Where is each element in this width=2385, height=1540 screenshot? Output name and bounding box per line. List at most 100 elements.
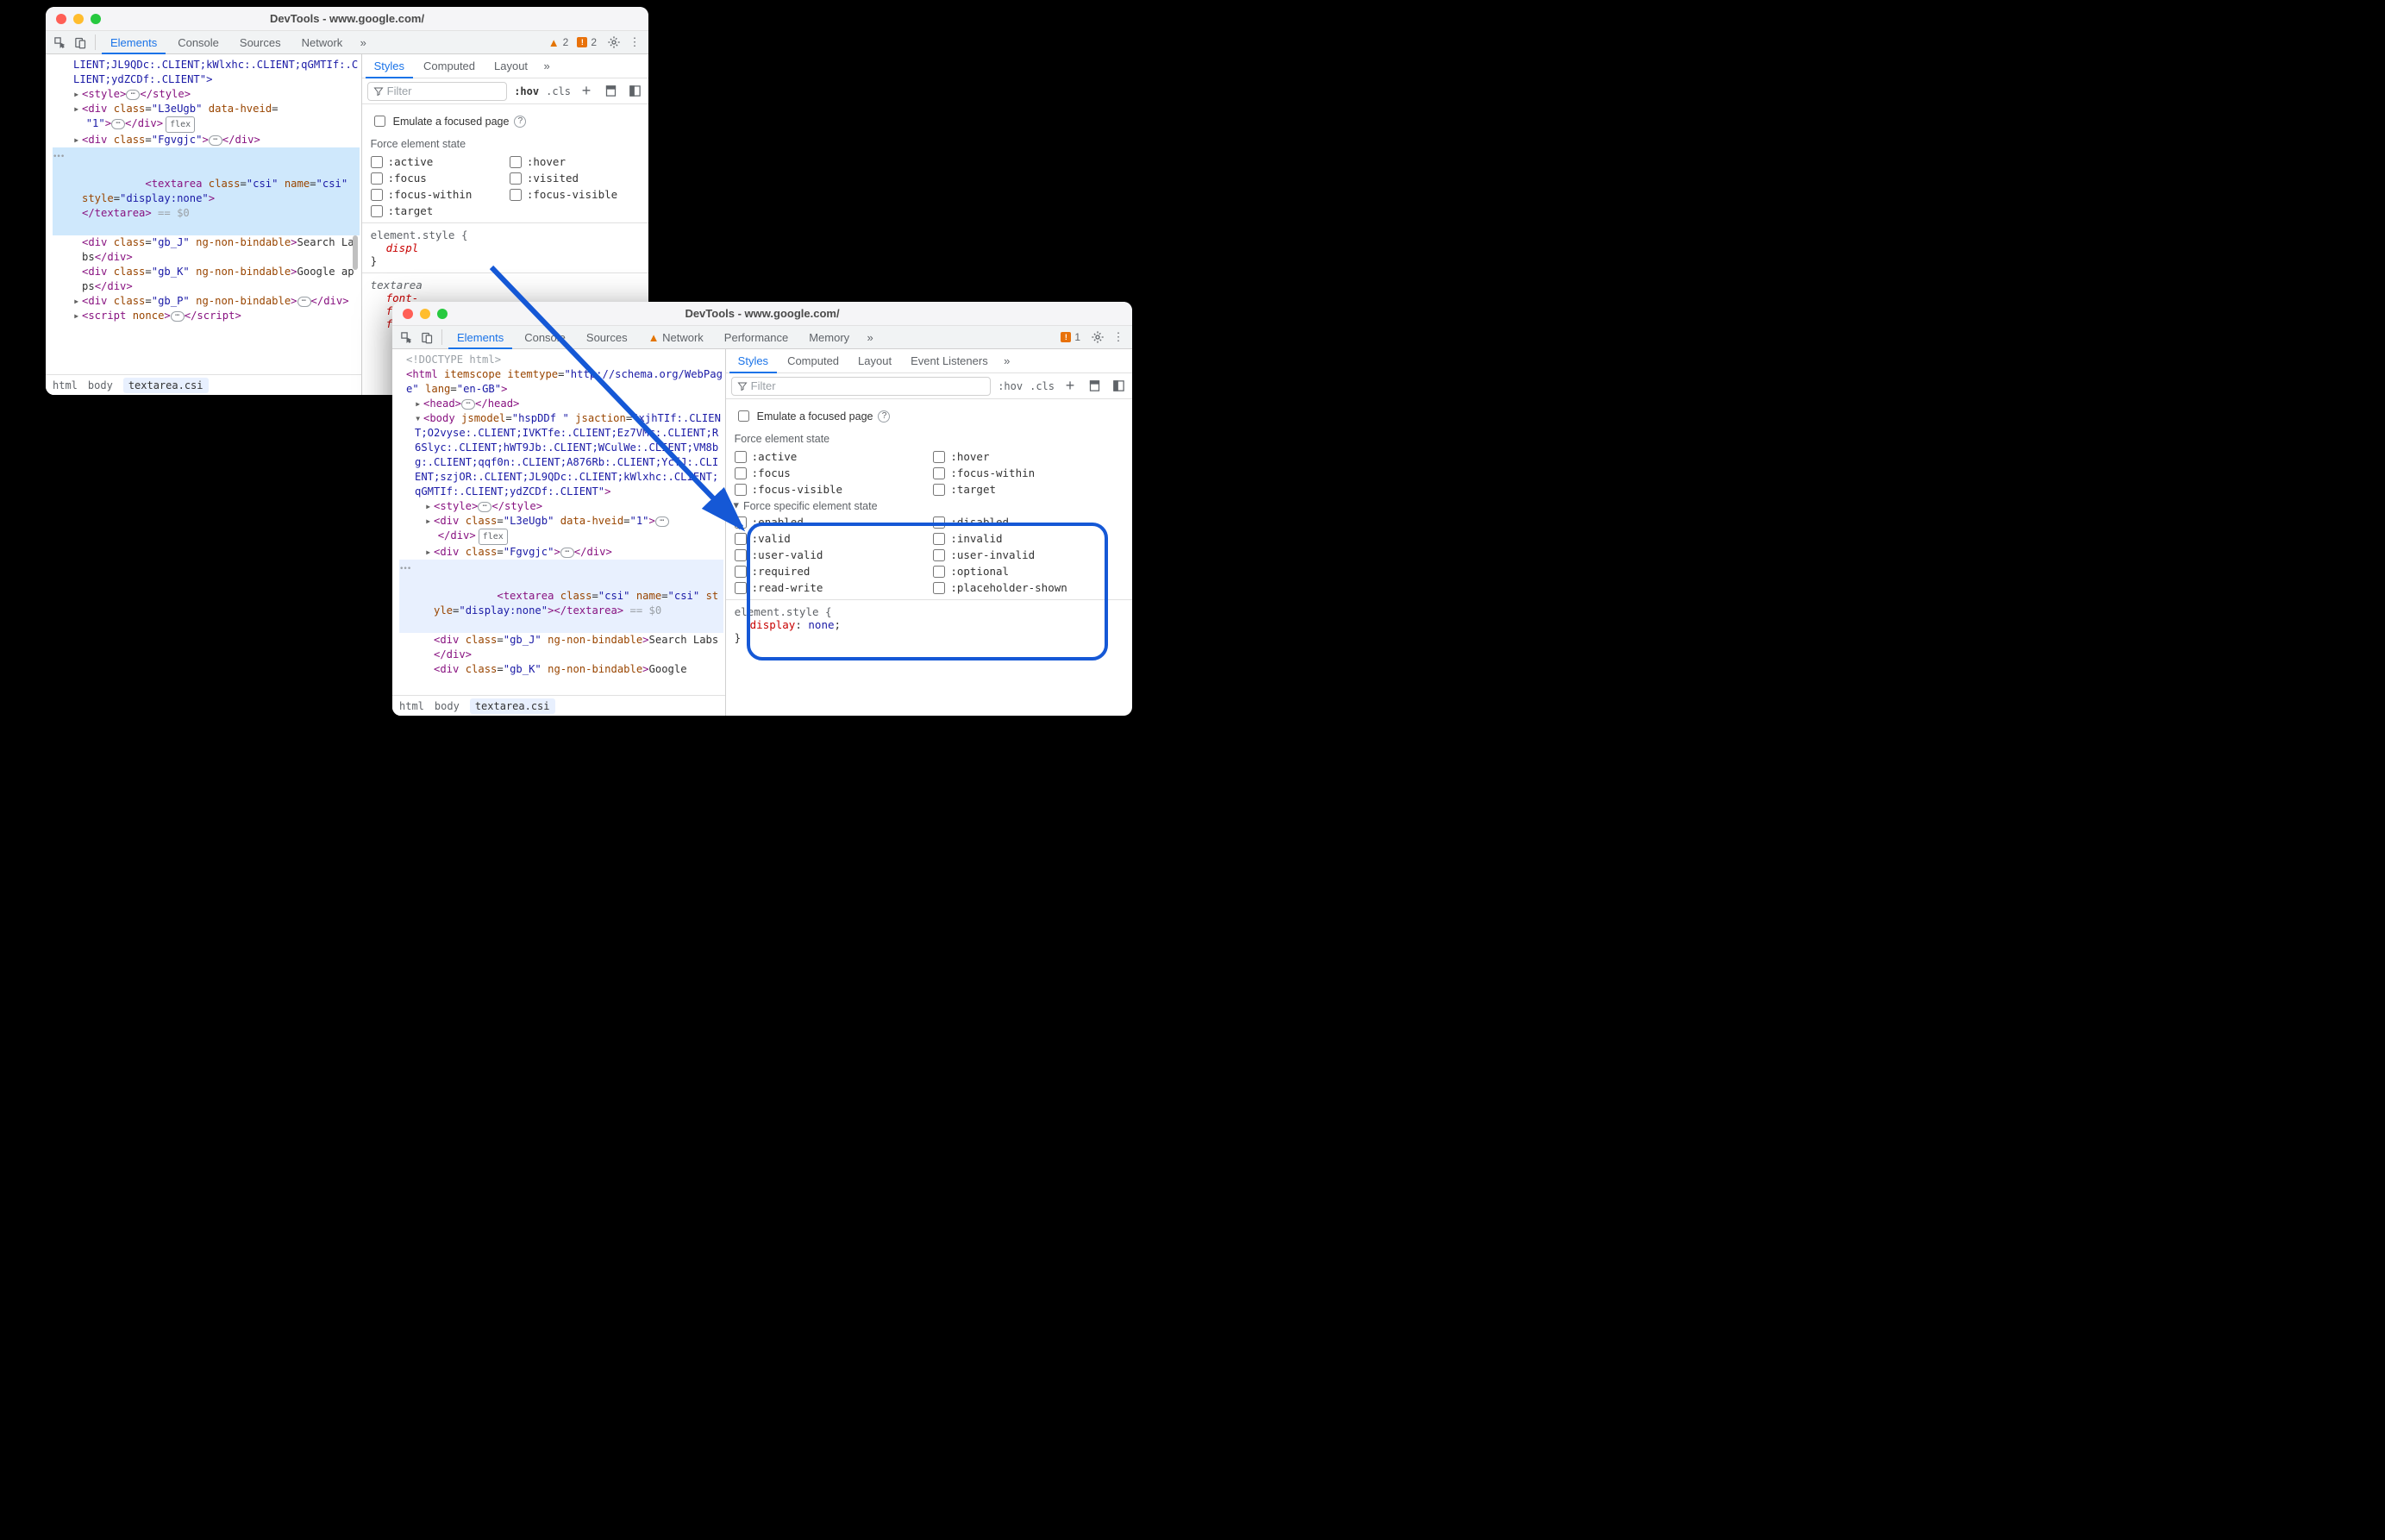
styles-content[interactable]: Emulate a focused page ? Force element s… [726, 399, 1132, 716]
state-focus-within[interactable]: :focus-within [933, 466, 1124, 479]
help-icon[interactable]: ? [878, 410, 890, 423]
state-active[interactable]: :active [735, 450, 925, 463]
dom-line-selected[interactable]: ••• <textarea class="csi" name="csi" sty… [53, 147, 360, 235]
emulate-focused-row[interactable]: Emulate a focused page ? [371, 113, 640, 129]
state-focus-visible[interactable]: :focus-visible [735, 483, 925, 496]
dom-line[interactable]: <div class="gb_K" ng-non-bindable>Google [399, 662, 723, 677]
close-icon[interactable] [403, 309, 413, 319]
layout-toggle-icon[interactable] [626, 83, 643, 100]
computed-toggle-icon[interactable] [602, 83, 619, 100]
ellipsis-icon[interactable]: ⋯ [171, 311, 185, 322]
tab-elements[interactable]: Elements [448, 326, 512, 349]
subtab-styles[interactable]: Styles [366, 54, 413, 78]
state-enabled[interactable]: :enabled [735, 516, 925, 529]
state-focus[interactable]: :focus [371, 172, 501, 185]
inspect-icon[interactable] [51, 34, 68, 51]
flex-badge[interactable]: flex [479, 529, 508, 545]
crumb-html[interactable]: html [53, 379, 78, 391]
crumb-body[interactable]: body [435, 700, 460, 712]
settings-icon[interactable] [605, 34, 623, 51]
ellipsis-icon[interactable]: ⋯ [297, 297, 311, 307]
state-hover[interactable]: :hover [510, 155, 640, 168]
settings-icon[interactable] [1089, 329, 1106, 346]
new-rule-icon[interactable]: + [578, 83, 595, 100]
crumb-body[interactable]: body [88, 379, 113, 391]
cls-toggle[interactable]: .cls [546, 85, 571, 97]
css-rule[interactable]: element.style { displ } [371, 228, 640, 267]
ellipsis-icon[interactable]: ⋯ [126, 90, 140, 100]
state-optional[interactable]: :optional [933, 565, 1124, 578]
state-visited[interactable]: :visited [510, 172, 640, 185]
dom-line[interactable]: ▾<body jsmodel="hspDDf " jsaction="xjhTI… [399, 411, 723, 499]
help-icon[interactable]: ? [514, 116, 526, 128]
state-user-valid[interactable]: :user-valid [735, 548, 925, 561]
dom-line[interactable]: <div class="gb_J" ng-non-bindable>Search… [399, 633, 723, 662]
state-placeholder-shown[interactable]: :placeholder-shown [933, 581, 1124, 594]
dom-line[interactable]: ▸<script nonce>⋯</script> [53, 309, 360, 323]
state-focus-visible[interactable]: :focus-visible [510, 188, 640, 201]
overflow-subtabs-icon[interactable]: » [538, 58, 555, 75]
overflow-subtabs-icon[interactable]: » [998, 353, 1016, 370]
state-invalid[interactable]: :invalid [933, 532, 1124, 545]
zoom-icon[interactable] [437, 309, 448, 319]
filter-input[interactable]: Filter [731, 377, 992, 396]
scrollbar-thumb[interactable] [353, 235, 358, 270]
dom-line[interactable]: <!DOCTYPE html> [399, 353, 723, 367]
minimize-icon[interactable] [73, 14, 84, 24]
subtab-layout[interactable]: Layout [485, 54, 536, 78]
emulate-checkbox[interactable] [374, 116, 385, 127]
dom-line[interactable]: ▸<div class="L3eUgb" data-hveid= "1">⋯</… [53, 102, 360, 133]
dom-line[interactable]: ▸<div class="L3eUgb" data-hveid="1">⋯ </… [399, 514, 723, 545]
close-icon[interactable] [56, 14, 66, 24]
crumb-textarea[interactable]: textarea.csi [470, 698, 555, 714]
dom-line[interactable]: ▸<style>⋯</style> [53, 87, 360, 102]
state-read-write[interactable]: :read-write [735, 581, 925, 594]
tab-network[interactable]: Network [293, 31, 352, 54]
state-disabled[interactable]: :disabled [933, 516, 1124, 529]
dom-line[interactable]: LIENT;JL9QDc:.CLIENT;kWlxhc:.CLIENT;qGMT… [53, 58, 360, 87]
subtab-layout[interactable]: Layout [849, 349, 900, 373]
state-focus-within[interactable]: :focus-within [371, 188, 501, 201]
subtab-computed[interactable]: Computed [415, 54, 484, 78]
css-rule[interactable]: element.style { display: none; } [735, 605, 1124, 644]
emulate-focused-row[interactable]: Emulate a focused page ? [735, 408, 1124, 424]
state-hover[interactable]: :hover [933, 450, 1124, 463]
tab-sources[interactable]: Sources [578, 326, 636, 349]
ellipsis-icon[interactable]: ⋯ [655, 516, 669, 527]
dom-line[interactable]: <div class="gb_J" ng-non-bindable>Search… [53, 235, 360, 265]
state-user-invalid[interactable]: :user-invalid [933, 548, 1124, 561]
new-rule-icon[interactable]: + [1061, 378, 1079, 395]
dom-line-selected[interactable]: ••• <textarea class="csi" name="csi" sty… [399, 560, 723, 633]
dom-line[interactable]: ▸<style>⋯</style> [399, 499, 723, 514]
state-required[interactable]: :required [735, 565, 925, 578]
issues-badge[interactable]: !2 [577, 36, 597, 48]
ellipsis-icon[interactable]: ⋯ [461, 399, 475, 410]
tab-console[interactable]: Console [516, 326, 574, 349]
dom-line[interactable]: ▸<head>⋯</head> [399, 397, 723, 411]
ellipsis-icon[interactable]: ⋯ [560, 548, 574, 558]
overflow-tabs-icon[interactable]: » [861, 329, 879, 346]
device-icon[interactable] [72, 34, 89, 51]
ellipsis-icon[interactable]: ⋯ [111, 119, 125, 129]
dom-tree-pane[interactable]: LIENT;JL9QDc:.CLIENT;kWlxhc:.CLIENT;qGMT… [46, 54, 361, 395]
dom-line[interactable]: ▸<div class="Fgvgjc">⋯</div> [53, 133, 360, 147]
tab-performance[interactable]: Performance [716, 326, 797, 349]
crumb-textarea[interactable]: textarea.csi [123, 378, 209, 393]
subtab-styles[interactable]: Styles [729, 349, 777, 373]
state-valid[interactable]: :valid [735, 532, 925, 545]
tab-elements[interactable]: Elements [102, 31, 166, 54]
layout-toggle-icon[interactable] [1110, 378, 1127, 395]
zoom-icon[interactable] [91, 14, 101, 24]
state-active[interactable]: :active [371, 155, 501, 168]
ellipsis-icon[interactable]: ⋯ [478, 502, 491, 512]
hov-toggle[interactable]: :hov [514, 85, 539, 97]
ellipsis-icon[interactable]: ⋯ [209, 135, 222, 146]
flex-badge[interactable]: flex [166, 116, 195, 133]
emulate-checkbox[interactable] [738, 410, 749, 422]
kebab-icon[interactable]: ⋮ [626, 34, 643, 51]
inspect-icon[interactable] [398, 329, 415, 346]
minimize-icon[interactable] [420, 309, 430, 319]
filter-input[interactable]: Filter [367, 82, 508, 101]
state-target[interactable]: :target [371, 204, 501, 217]
issues-badge[interactable]: !1 [1061, 331, 1080, 343]
